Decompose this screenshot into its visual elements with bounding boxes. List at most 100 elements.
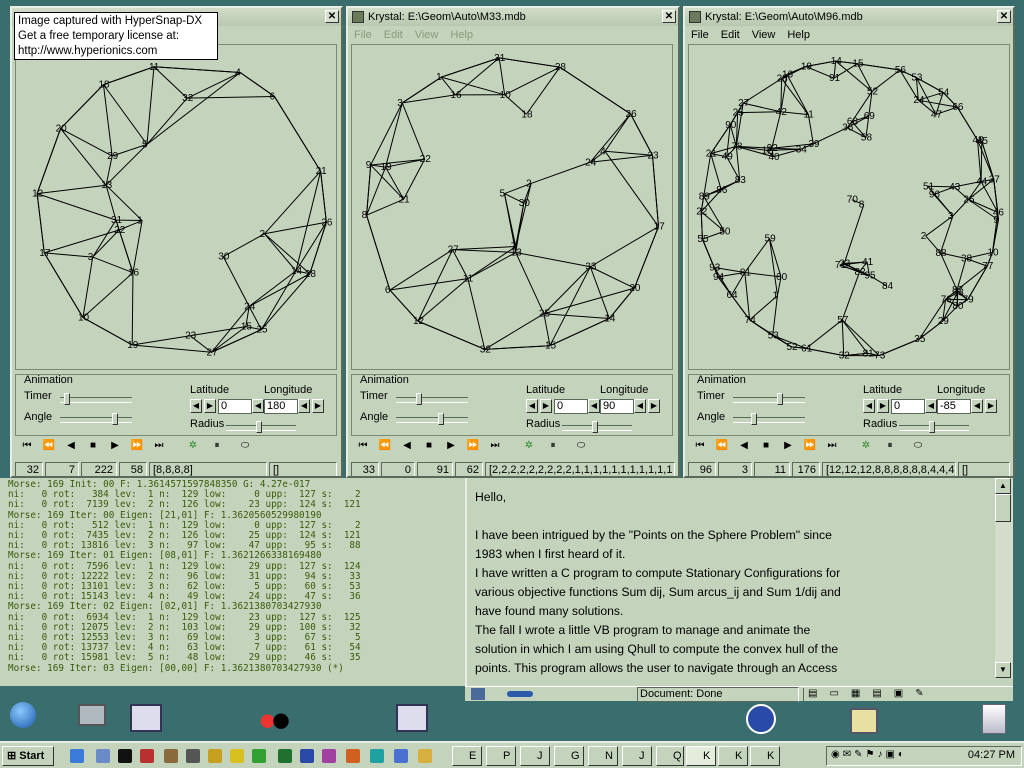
compass-icon[interactable] [746,704,776,734]
window-3-titlebar[interactable]: Krystal: E:\Geom\Auto\M96.mdb [685,8,1013,26]
window-2-sphere-canvas[interactable]: 17 20 14 15 32 12 6 8 9 3 1 31 28 26 23 24 21 22 27 25 30 2 11… [351,44,673,370]
fast-forward-button[interactable]: ⏩ [129,440,145,451]
stop-button[interactable]: ■ [421,440,437,451]
radius-slider[interactable] [899,421,969,433]
menu-view[interactable]: View [415,29,439,41]
angle-slider[interactable] [60,413,132,425]
scroll-thumb[interactable] [995,494,1011,522]
last-frame-button[interactable]: ⏭ [824,440,840,451]
longitude-mid-button[interactable]: ◀ [971,399,983,413]
step-back-button[interactable]: ◀ [399,440,415,451]
ink-icon[interactable] [260,708,290,730]
quicklaunch-network-icon[interactable] [394,749,408,763]
recycle-bin-icon[interactable] [982,704,1006,734]
window-3-sphere-canvas[interactable]: 9 10 77 79 80 29 35 73 81 32 61 52 53 74 64 94 93 55 22 89 2… [688,44,1010,370]
play-button[interactable]: ▶ [443,440,459,451]
quicklaunch-folder-icon[interactable] [418,749,432,763]
tray-icons[interactable]: ◉✉✎⚑♪▣◐ [831,749,907,760]
task-j1[interactable]: J [520,746,550,766]
latitude-left-button[interactable]: ◀ [863,399,875,413]
rewind-button[interactable]: ⏪ [41,440,57,451]
task-n[interactable]: N [588,746,618,766]
latitude-right-button[interactable]: ▶ [204,399,216,413]
first-frame-button[interactable]: ⏮ [692,440,708,451]
menu-edit[interactable]: Edit [721,29,740,41]
window-1-sphere-canvas[interactable]: 26 28 25 27 19 10 17 12 20 18 11 4 6 21 3 5 15 22 13 24 16 14… [15,44,337,370]
menu-help[interactable]: Help [787,29,810,41]
longitude-mid-button[interactable]: ◀ [634,399,646,413]
start-button[interactable]: ⊞ Start [2,746,54,766]
task-k2[interactable]: K [718,746,748,766]
longitude-right-button[interactable]: ▶ [312,399,324,413]
quicklaunch-word-icon[interactable] [300,749,314,763]
longitude-input[interactable]: 90 [600,399,634,414]
menu-file[interactable]: File [354,29,372,41]
latitude-input[interactable]: 0 [891,399,925,414]
latitude-right-button[interactable]: ▶ [540,399,552,413]
longitude-mid-button[interactable]: ◀ [298,399,310,413]
play-button[interactable]: ▶ [780,440,796,451]
play-button[interactable]: ▶ [107,440,123,451]
longitude-right-button[interactable]: ▶ [648,399,660,413]
rewind-button[interactable]: ⏪ [377,440,393,451]
rewind-button[interactable]: ⏪ [714,440,730,451]
task-k3[interactable]: K [750,746,780,766]
last-frame-button[interactable]: ⏭ [487,440,503,451]
ellipse-icon[interactable]: ⬭ [573,440,589,451]
scroll-down-button[interactable]: ▼ [995,662,1011,678]
longitude-left-button[interactable]: ◀ [588,399,600,413]
radius-slider[interactable] [562,421,632,433]
latitude-left-button[interactable]: ◀ [526,399,538,413]
my-computer-icon[interactable] [78,704,106,726]
pause-button[interactable]: ⏸ [209,440,225,451]
angle-slider[interactable] [733,413,805,425]
app-shortcut-icon[interactable] [130,704,162,732]
menu-help[interactable]: Help [450,29,473,41]
quicklaunch-excel-icon[interactable] [278,749,292,763]
scroll-up-button[interactable]: ▲ [995,478,1011,494]
last-frame-button[interactable]: ⏭ [151,440,167,451]
spin-icon[interactable]: ✲ [521,440,537,451]
quicklaunch-x-icon[interactable] [208,749,222,763]
step-back-button[interactable]: ◀ [63,440,79,451]
krystal-window-1[interactable]: ✕ 26 28 25 27 19 10 17 12 20 18 11 4 6 21 3 5 15 22 13 24 16… [10,6,343,478]
pause-button[interactable]: ⏸ [545,440,561,451]
menu-file[interactable]: File [691,29,709,41]
ellipse-icon[interactable]: ⬭ [910,440,926,451]
longitude-left-button[interactable]: ◀ [252,399,264,413]
image-viewer-icon[interactable] [850,708,878,734]
quicklaunch-tools-icon[interactable] [164,749,178,763]
stop-button[interactable]: ■ [85,440,101,451]
quicklaunch-media-icon[interactable] [140,749,154,763]
krystal-window-2[interactable]: Krystal: E:\Geom\Auto\M33.mdb ✕ File Edi… [346,6,680,478]
quicklaunch-hammer-icon[interactable] [186,749,200,763]
task-q[interactable]: Q [656,746,684,766]
menu-view[interactable]: View [752,29,776,41]
step-back-button[interactable]: ◀ [736,440,752,451]
radius-slider[interactable] [226,421,296,433]
timer-slider[interactable] [396,393,468,405]
latitude-left-button[interactable]: ◀ [190,399,202,413]
globe-icon[interactable] [10,702,36,728]
first-frame-button[interactable]: ⏮ [355,440,371,451]
latitude-input[interactable]: 0 [554,399,588,414]
quicklaunch-spin-icon[interactable] [346,749,360,763]
quicklaunch-cmd-icon[interactable] [118,749,132,763]
quicklaunch-chart-icon[interactable] [252,749,266,763]
krystal-window-3[interactable]: Krystal: E:\Geom\Auto\M96.mdb ✕ File Edi… [683,6,1015,478]
quicklaunch-paint-icon[interactable] [370,749,384,763]
menu-edit[interactable]: Edit [384,29,403,41]
longitude-input[interactable]: 180 [264,399,298,414]
spin-icon[interactable]: ✲ [185,440,201,451]
browser-scrollbar[interactable]: ▲ ▼ [995,478,1013,678]
angle-slider[interactable] [396,413,468,425]
longitude-input[interactable]: -85 [937,399,971,414]
first-frame-button[interactable]: ⏮ [19,440,35,451]
quicklaunch-star-icon[interactable] [322,749,336,763]
quicklaunch-ie-icon[interactable] [70,749,84,763]
fast-forward-button[interactable]: ⏩ [802,440,818,451]
longitude-left-button[interactable]: ◀ [925,399,937,413]
stop-button[interactable]: ■ [758,440,774,451]
fast-forward-button[interactable]: ⏩ [465,440,481,451]
task-p[interactable]: P [486,746,516,766]
